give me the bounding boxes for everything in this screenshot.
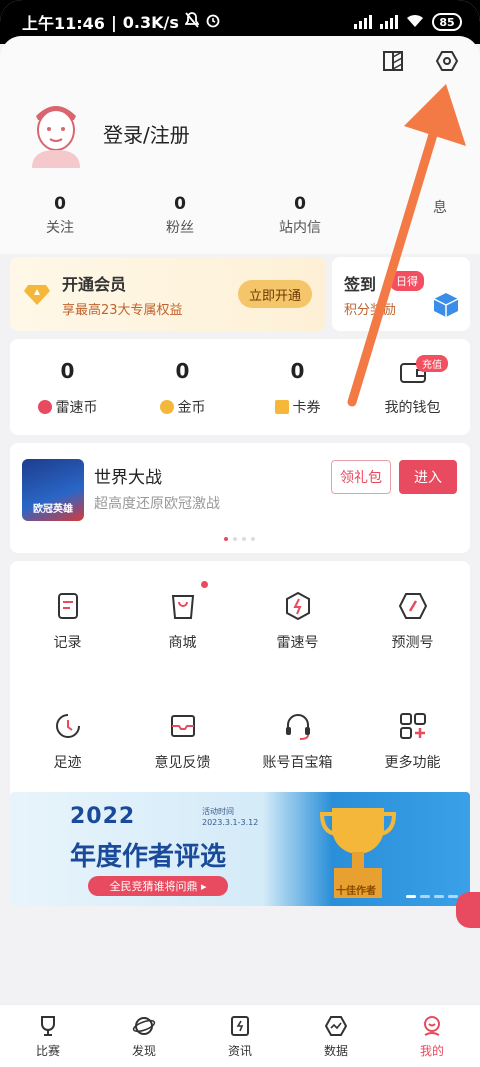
feature-feedback[interactable]: 意见反馈 [125, 681, 240, 801]
sign-in-card[interactable]: 签到 日得 积分奖励 [332, 257, 470, 331]
feature-predict[interactable]: 预测号 [355, 561, 470, 681]
tab-discover[interactable]: 发现 [96, 1005, 192, 1067]
wallet-gold-coin[interactable]: 0 金币 [125, 339, 240, 435]
feature-leisu-account[interactable]: 雷速号 [240, 561, 355, 681]
banner-date-label: 活动时间 [202, 807, 234, 816]
app-screen: 上午11:46 | 0.3K/s 85 登录/注册 0 关注 0 粉丝 0 站内… [0, 0, 480, 1067]
predict-icon [397, 590, 429, 622]
feature-record[interactable]: 记录 [10, 561, 125, 681]
trophy-text: 十佳作者 [336, 886, 376, 897]
tab-data[interactable]: 数据 [288, 1005, 384, 1067]
coupon-icon [274, 400, 289, 414]
wifi-icon [406, 13, 424, 32]
leisu-icon [282, 590, 314, 622]
wallet-leisu-coin[interactable]: 0 雷速币 [10, 339, 125, 435]
banner-date: 2023.3.1-3.12 [202, 818, 259, 827]
tab-matches[interactable]: 比赛 [0, 1005, 96, 1067]
stat-messages[interactable]: 0 站内信 [240, 194, 360, 237]
wallet-coupons[interactable]: 0 卡券 [240, 339, 355, 435]
tab-news[interactable]: 资讯 [192, 1005, 288, 1067]
feature-more[interactable]: 更多功能 [355, 681, 470, 801]
shop-icon [167, 590, 199, 622]
game-card[interactable]: 欧冠英雄 世界大战 超高度还原欧冠激战 领礼包 进入 [10, 443, 470, 553]
feedback-icon [167, 710, 199, 742]
stat-following[interactable]: 0 关注 [0, 194, 120, 237]
news-icon [228, 1014, 252, 1038]
trophy-icon [36, 1014, 60, 1038]
gold-coin-icon [159, 400, 174, 414]
enter-game-button[interactable]: 进入 [399, 460, 457, 494]
profile-icon [420, 1014, 444, 1038]
author-award-banner[interactable]: 2022 活动时间 2023.3.1-3.12 年度作者评选 全民竞猜谁将问鼎 ▸… [10, 792, 470, 906]
banner-year: 2022 [70, 804, 136, 829]
sign-in-subtitle: 积分奖励 [344, 303, 397, 318]
stat-fans[interactable]: 0 粉丝 [120, 194, 240, 237]
vip-subtitle: 享最高23大专属权益 [62, 303, 183, 318]
leisu-coin-icon [37, 400, 52, 414]
open-vip-button[interactable]: 立即开通 [238, 280, 312, 308]
vip-card[interactable]: 开通会员 享最高23大专属权益 立即开通 [10, 257, 326, 331]
game-name: 世界大战 [94, 468, 162, 488]
feature-grid: 记录 商城 雷速号 预测号 足迹 意见反馈 账号百宝箱 更多功能 [10, 561, 470, 801]
diamond-icon [22, 277, 52, 307]
banner-title: 年度作者评选 [70, 842, 227, 872]
planet-icon [132, 1014, 156, 1038]
more-icon [397, 710, 429, 742]
status-speed: 0.3K/s [122, 12, 179, 32]
recharge-badge: 充值 [416, 355, 448, 372]
mute-icon [184, 12, 200, 32]
vip-title: 开通会员 [62, 275, 127, 294]
settings-icon[interactable] [434, 48, 460, 74]
bottom-tab-bar: 比赛 发现 资讯 数据 我的 [0, 1004, 480, 1067]
claim-gift-button[interactable]: 领礼包 [331, 460, 391, 494]
battery-icon: 85 [432, 13, 462, 31]
tab-mine[interactable]: 我的 [384, 1005, 480, 1067]
notification-dot [200, 581, 208, 588]
wallet-card: 0 雷速币 0 金币 0 卡券 我的钱包 充值 [10, 339, 470, 435]
sign-in-tag: 日得 [390, 271, 424, 291]
status-time: 上午11:46 [22, 14, 105, 33]
game-thumbnail: 欧冠英雄 [22, 459, 84, 521]
sign-in-title: 签到 [344, 275, 377, 294]
stat-notifications[interactable]: 息 [360, 194, 480, 237]
banner-dots [406, 895, 458, 898]
signal-icon [354, 15, 372, 29]
floating-tab[interactable] [456, 892, 480, 928]
feature-shop[interactable]: 商城 [125, 561, 240, 681]
carousel-dots [224, 537, 255, 541]
avatar[interactable] [24, 94, 88, 168]
headset-icon [282, 710, 314, 742]
history-icon [52, 710, 84, 742]
profile-header: 登录/注册 0 关注 0 粉丝 0 站内信 息 [0, 36, 480, 254]
signal-icon [380, 15, 398, 29]
alarm-icon [205, 12, 221, 32]
game-description: 超高度还原欧冠激战 [94, 496, 220, 512]
data-icon [324, 1014, 348, 1038]
gift-box-icon [432, 291, 460, 319]
theme-icon[interactable] [380, 48, 406, 74]
record-icon [52, 590, 84, 622]
stats-row: 0 关注 0 粉丝 0 站内信 息 [0, 194, 480, 237]
feature-account-toolbox[interactable]: 账号百宝箱 [240, 681, 355, 801]
banner-cta[interactable]: 全民竞猜谁将问鼎 ▸ [88, 876, 228, 896]
profile-page: 登录/注册 0 关注 0 粉丝 0 站内信 息 开通会员 享最高23大专属权益 立即开… [0, 36, 480, 1067]
login-register-link[interactable]: 登录/注册 [103, 119, 190, 148]
my-wallet[interactable]: 我的钱包 充值 [355, 339, 470, 435]
feature-history[interactable]: 足迹 [10, 681, 125, 801]
